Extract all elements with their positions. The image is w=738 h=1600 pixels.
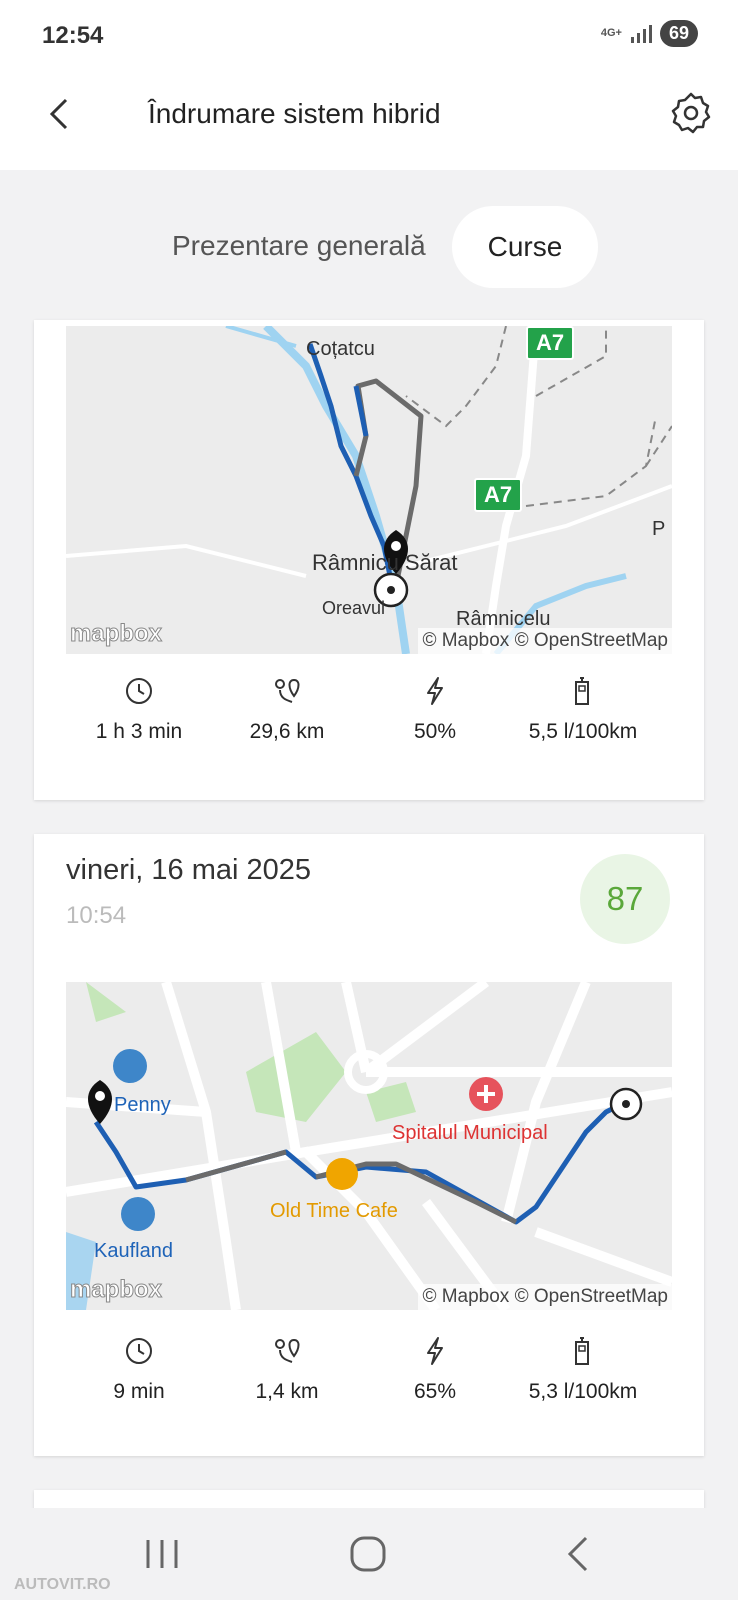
stat-value: 1 h 3 min <box>95 720 183 743</box>
mapbox-logo: mapbox <box>69 620 163 648</box>
status-bar: 12:54 4G+ 69 <box>0 0 738 70</box>
gear-icon[interactable] <box>666 88 716 138</box>
home-icon[interactable] <box>348 1536 388 1572</box>
status-time: 12:54 <box>42 22 104 49</box>
stat-electric: 65% <box>360 1336 510 1404</box>
fuel-pump-icon <box>575 677 589 705</box>
trip-time: 10:54 <box>66 902 127 929</box>
stat-value: 29,6 km <box>249 720 325 743</box>
trip-map[interactable]: Coțatcu Râmnicu Sărat Oreavul Râmnicelu … <box>66 326 672 654</box>
signal-icon <box>630 24 652 43</box>
route-icon <box>275 678 300 703</box>
stat-distance: 1,4 km <box>212 1336 362 1404</box>
clock-icon <box>126 1338 152 1364</box>
stat-value: 5,3 l/100km <box>528 1380 638 1403</box>
tab-bar: Prezentare generală Curse <box>0 170 738 320</box>
stat-duration: 1 h 3 min <box>64 676 214 744</box>
map-poi-label: Penny <box>114 1094 171 1116</box>
fuel-pump-icon <box>575 1337 589 1365</box>
stat-value: 5,5 l/100km <box>528 720 638 743</box>
map-poi-label: Spitalul Municipal <box>392 1122 548 1144</box>
battery-level: 69 <box>659 20 698 47</box>
stat-consumption: 5,5 l/100km <box>508 676 658 744</box>
stat-value: 50% <box>413 720 457 743</box>
route-icon <box>275 1338 300 1363</box>
map-place-label: P <box>652 518 666 540</box>
road-badge: A7 <box>526 326 575 360</box>
stat-duration: 9 min <box>64 1336 214 1404</box>
watermark: AUTOVIT.RO <box>14 1576 111 1593</box>
trip-card[interactable]: vineri, 16 mai 2025 10:54 87 Penny Spita… <box>34 834 704 1456</box>
trip-map[interactable]: Penny Spitalul Municipal Old Time Cafe K… <box>66 982 672 1310</box>
app-header: Îndrumare sistem hibrid <box>0 70 738 170</box>
back-nav-icon[interactable] <box>560 1536 600 1572</box>
map-poi-label: Old Time Cafe <box>270 1200 398 1222</box>
map-attribution[interactable]: © Mapbox © OpenStreetMap <box>418 1284 672 1310</box>
trip-card[interactable]: Coțatcu Râmnicu Sărat Oreavul Râmnicelu … <box>34 320 704 800</box>
network-type: 4G+ <box>600 27 622 39</box>
status-indicators: 4G+ 69 <box>601 20 698 47</box>
tab-overview[interactable]: Prezentare generală <box>172 230 426 262</box>
trip-stats: 1 h 3 min 29,6 km 50% 5,5 l/100km <box>34 676 704 766</box>
map-attribution[interactable]: © Mapbox © OpenStreetMap <box>418 628 672 654</box>
map-poi-label: Kaufland <box>94 1240 173 1262</box>
map-place-label: Oreavul <box>322 598 386 618</box>
stat-electric: 50% <box>360 676 510 744</box>
stat-value: 65% <box>413 1380 457 1403</box>
lightning-icon <box>427 677 443 705</box>
tab-trips[interactable]: Curse <box>452 206 598 288</box>
mapbox-logo: mapbox <box>69 1276 163 1304</box>
trip-stats: 9 min 1,4 km 65% 5,3 l/100km <box>34 1336 704 1426</box>
stat-consumption: 5,3 l/100km <box>508 1336 658 1404</box>
recent-apps-icon[interactable] <box>142 1536 182 1572</box>
stat-distance: 29,6 km <box>212 676 362 744</box>
trip-date: vineri, 16 mai 2025 <box>66 854 312 886</box>
lightning-icon <box>427 1337 443 1365</box>
map-place-label: Coțatcu <box>306 338 375 360</box>
stat-value: 9 min <box>113 1380 165 1403</box>
page-title: Îndrumare sistem hibrid <box>148 98 441 129</box>
stat-value: 1,4 km <box>255 1380 319 1403</box>
back-arrow-icon[interactable] <box>40 92 80 136</box>
trip-score-badge: 87 <box>580 854 670 944</box>
map-place-label: Râmnicu Sărat <box>312 550 458 575</box>
clock-icon <box>126 678 152 704</box>
road-badge: A7 <box>474 478 523 512</box>
system-nav-bar <box>0 1508 738 1600</box>
